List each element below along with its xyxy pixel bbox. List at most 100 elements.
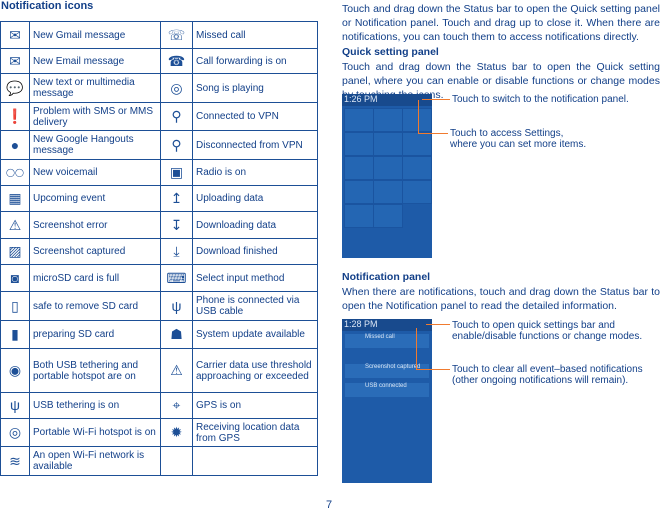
description: Select input method: [192, 264, 318, 292]
quick-setting-tile[interactable]: [402, 132, 432, 156]
quick-setting-tile[interactable]: [402, 180, 432, 204]
gps-icon: ⌖: [160, 392, 193, 419]
table-row: ▯ safe to remove SD card ψ Phone is connect…: [0, 291, 318, 321]
description: Receiving location data from GPS: [192, 418, 318, 447]
quick-title: Quick setting panel: [342, 46, 439, 58]
calendar-icon: ▦: [0, 185, 30, 212]
description: New Google Hangouts message: [29, 130, 161, 160]
voicemail-icon: ◯◯: [0, 159, 30, 186]
key-outline-icon: ⚲: [160, 130, 193, 160]
description: System update available: [192, 320, 318, 349]
notification-card[interactable]: USB connected: [345, 383, 429, 397]
chat-icon: 💬: [0, 73, 30, 103]
usb-hotspot-icon: ◉: [0, 348, 30, 393]
upload-icon: ↥: [160, 185, 193, 212]
table-row: ≋ An open Wi-Fi network is available: [0, 446, 318, 476]
description: New voicemail: [29, 159, 161, 186]
table-row: ◉ Both USB tethering and portable hotspot…: [0, 348, 318, 393]
description: Call forwarding is on: [192, 48, 318, 74]
quick-setting-tile[interactable]: [373, 180, 403, 204]
callout-quick-settings: Touch to open quick settings bar and ena…: [452, 320, 643, 342]
callout-clear: Touch to clear all event–based notificat…: [452, 364, 643, 386]
callout-switch: Touch to switch to the notification pane…: [452, 94, 629, 105]
hotspot-icon: ◎: [0, 418, 30, 447]
table-row: ❗ Problem with SMS or MMS delivery ⚲ Connec…: [0, 102, 318, 131]
table-row: ▨ Screenshot captured ⤓ Download finished: [0, 238, 318, 265]
description: Download finished: [192, 238, 318, 265]
quick-setting-tile[interactable]: [344, 204, 374, 228]
table-row: ◎ Portable Wi-Fi hotspot is on ✹ Receiving …: [0, 418, 318, 447]
android-icon: ☗: [160, 320, 193, 349]
quick-setting-tile[interactable]: [344, 180, 374, 204]
hangouts-icon: ●: [0, 130, 30, 160]
key-icon: ⚲: [160, 102, 193, 131]
gps-receiving-icon: ✹: [160, 418, 193, 447]
intro-text: Touch and drag down the Status bar to op…: [342, 3, 660, 43]
table-row: ▮ preparing SD card ☗ System update availab…: [0, 320, 318, 349]
description: Carrier data use threshold approaching o…: [192, 348, 318, 393]
description: safe to remove SD card: [29, 291, 161, 321]
notification-icons-table: ✉ New Gmail message ☏ Missed call ✉ New Email…: [0, 21, 318, 476]
download-icon: ↧: [160, 211, 193, 239]
description: Both USB tethering and portable hotspot …: [29, 348, 161, 393]
quick-setting-tile[interactable]: [402, 108, 432, 132]
description: Portable Wi-Fi hotspot is on: [29, 418, 161, 447]
mail-filled-icon: ✉: [0, 21, 30, 49]
description: Connected to VPN: [192, 102, 318, 131]
description: New Email message: [29, 48, 161, 74]
description: Phone is connected via USB cable: [192, 291, 318, 321]
quick-setting-tile[interactable]: [344, 156, 374, 180]
table-row: ψ USB tethering is on ⌖ GPS is on: [0, 392, 318, 419]
notif-text: When there are notifications, touch and …: [342, 286, 660, 312]
callout-settings: Touch to access Settings, where you can …: [450, 128, 587, 150]
mail-icon: ✉: [0, 48, 30, 74]
table-row: ✉ New Email message ☎ Call forwarding is on: [0, 48, 318, 74]
quick-setting-tile[interactable]: [373, 108, 403, 132]
wifi-icon: ≋: [0, 446, 30, 476]
description: USB tethering is on: [29, 392, 161, 419]
missed-call-icon: ☏: [160, 21, 193, 49]
sd-full-icon: ◙: [0, 264, 30, 292]
screenshot-icon: ▨: [0, 238, 30, 265]
description: preparing SD card: [29, 320, 161, 349]
table-row: ◯◯ New voicemail ▣ Radio is on: [0, 159, 318, 186]
notification-panel-screenshot: 1:28 PM Missed call Screenshot captured …: [342, 319, 432, 483]
sd-prepare-icon: ▮: [0, 320, 30, 349]
description: New text or multimedia message: [29, 73, 161, 103]
description: Screenshot captured: [29, 238, 161, 265]
disc-icon: ◎: [160, 73, 193, 103]
screenshot-error-icon: ⚠: [0, 211, 30, 239]
keyboard-icon: ⌨: [160, 264, 193, 292]
description: Downloading data: [192, 211, 318, 239]
description: Disconnected from VPN: [192, 130, 318, 160]
table-row: 💬 New text or multimedia message ◎ Song is …: [0, 73, 318, 103]
download-done-icon: ⤓: [160, 238, 193, 265]
table-row: ▦ Upcoming event ↥ Uploading data: [0, 185, 318, 212]
description: Missed call: [192, 21, 318, 49]
warning-icon: ⚠: [160, 348, 193, 393]
quick-setting-tile[interactable]: [344, 108, 374, 132]
usb-icon: ψ: [160, 291, 193, 321]
description: New Gmail message: [29, 21, 161, 49]
empty-cell: [160, 446, 193, 476]
description: [192, 446, 318, 476]
table-row: ⚠ Screenshot error ↧ Downloading data: [0, 211, 318, 239]
description: Uploading data: [192, 185, 318, 212]
quick-setting-tile[interactable]: [373, 156, 403, 180]
table-row: ◙ microSD card is full ⌨ Select input metho…: [0, 264, 318, 292]
section-heading: Notification icons: [1, 0, 94, 12]
quick-setting-tile[interactable]: [402, 156, 432, 180]
quick-setting-tile[interactable]: [373, 132, 403, 156]
description: microSD card is full: [29, 264, 161, 292]
description: GPS is on: [192, 392, 318, 419]
status-bar: 1:28 PM: [342, 319, 432, 331]
quick-setting-tile[interactable]: [373, 204, 403, 228]
notif-title: Notification panel: [342, 271, 431, 283]
call-forward-icon: ☎: [160, 48, 193, 74]
description: Screenshot error: [29, 211, 161, 239]
table-row: ✉ New Gmail message ☏ Missed call: [0, 21, 318, 49]
sd-remove-icon: ▯: [0, 291, 30, 321]
radio-icon: ▣: [160, 159, 193, 186]
description: Song is playing: [192, 73, 318, 103]
quick-setting-tile[interactable]: [344, 132, 374, 156]
